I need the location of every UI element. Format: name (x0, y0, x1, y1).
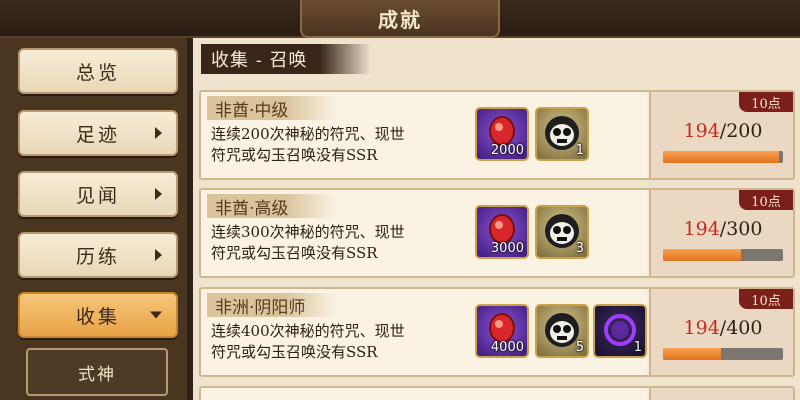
top-bar: 成就 (0, 0, 800, 38)
description-line: 符咒或勾玉召唤没有SSR (211, 343, 378, 361)
reward-count: 2000 (490, 143, 524, 158)
progress-bar-fill (663, 151, 780, 163)
points-badge: 10点 (739, 289, 793, 309)
description-line: 连续300次神秘的符咒、现世 (211, 223, 405, 241)
achievement-progress: 10点 194/200 (649, 92, 793, 178)
achievement-list-panel[interactable]: 收集 - 召唤 非酋·中级 连续200次神秘的符咒、现世 符咒或勾玉召唤没有SS… (193, 38, 800, 400)
page-title: 成就 (378, 7, 422, 32)
achievement-description: 连续300次神秘的符咒、现世 符咒或勾玉召唤没有SSR (211, 222, 471, 264)
achievement-progress: 10点 194/400 (649, 289, 793, 375)
achievement-info (201, 388, 647, 400)
achievement-progress: 10点 194/300 (649, 190, 793, 276)
progress-bar-fill (663, 348, 722, 360)
jade-icon[interactable]: 4000 (475, 304, 529, 358)
description-line: 连续400次神秘的符咒、现世 (211, 322, 405, 340)
progress-bar-fill (663, 249, 741, 261)
achievement-card[interactable]: 非洲·阴阳师 连续400次神秘的符咒、现世 符咒或勾玉召唤没有SSR 4000 … (199, 287, 795, 377)
chevron-right-icon (155, 127, 162, 139)
chevron-right-icon (155, 188, 162, 200)
sidebar-item-overview[interactable]: 总览 (18, 48, 178, 94)
progress-text: 194/300 (651, 218, 795, 240)
section-title: 收集 - 召唤 (201, 44, 371, 74)
progress-current: 194 (683, 218, 720, 240)
reward-count: 4000 (490, 340, 524, 355)
chevron-down-icon (150, 311, 162, 319)
achievement-card[interactable]: 非酋·中级 连续200次神秘的符咒、现世 符咒或勾玉召唤没有SSR 2000 1… (199, 90, 795, 180)
sidebar-item-label: 见闻 (75, 184, 120, 207)
sidebar-item-label: 收集 (75, 305, 120, 328)
achievement-card[interactable] (199, 386, 795, 400)
achievement-info: 非酋·高级 连续300次神秘的符咒、现世 符咒或勾玉召唤没有SSR 3000 3 (201, 190, 647, 276)
progress-bar (663, 249, 783, 261)
progress-text: 194/200 (651, 120, 795, 142)
sidebar-item-collection[interactable]: 收集 (18, 292, 178, 338)
section-title-text: 收集 - 召唤 (211, 50, 308, 71)
reward-count: 1 (633, 340, 642, 355)
reward-count: 5 (575, 340, 584, 355)
achievement-name: 非酋·高级 (207, 194, 337, 219)
progress-total: /400 (719, 317, 763, 339)
points-badge: 10点 (739, 92, 793, 112)
sidebar-item-footprints[interactable]: 足迹 (18, 110, 178, 156)
sidebar-subitem-shikigami[interactable]: 式神 (26, 348, 168, 396)
sidebar-item-label: 总览 (75, 61, 120, 84)
reward-count: 3 (575, 241, 584, 256)
achievement-card[interactable]: 非酋·高级 连续300次神秘的符咒、现世 符咒或勾玉召唤没有SSR 3000 3… (199, 188, 795, 278)
achievement-info: 非洲·阴阳师 连续400次神秘的符咒、现世 符咒或勾玉召唤没有SSR 4000 … (201, 289, 647, 375)
sidebar-item-label: 历练 (75, 245, 120, 268)
description-line: 符咒或勾玉召唤没有SSR (211, 146, 378, 164)
daruma-icon[interactable]: 1 (535, 107, 589, 161)
reward-count: 1 (575, 143, 584, 158)
daruma-icon[interactable]: 5 (535, 304, 589, 358)
progress-bar (663, 348, 783, 360)
description-line: 符咒或勾玉召唤没有SSR (211, 244, 378, 262)
chevron-right-icon (155, 249, 162, 261)
progress-text: 194/400 (651, 317, 795, 339)
progress-total: /300 (719, 218, 763, 240)
achievement-description: 连续400次神秘的符咒、现世 符咒或勾玉召唤没有SSR (211, 321, 471, 363)
jade-icon[interactable]: 2000 (475, 107, 529, 161)
sidebar-subitem-label: 式神 (78, 364, 116, 385)
jade-icon[interactable]: 3000 (475, 205, 529, 259)
achievement-progress (649, 388, 793, 400)
sidebar: 总览 足迹 见闻 历练 收集 式神 (0, 38, 190, 400)
achievement-name: 非洲·阴阳师 (207, 293, 337, 318)
points-badge: 10点 (739, 190, 793, 210)
daruma-icon[interactable]: 3 (535, 205, 589, 259)
achievement-description: 连续200次神秘的符咒、现世 符咒或勾玉召唤没有SSR (211, 124, 471, 166)
reward-count: 3000 (490, 241, 524, 256)
sidebar-item-insights[interactable]: 见闻 (18, 171, 178, 217)
progress-bar (663, 151, 783, 163)
progress-current: 194 (683, 120, 720, 142)
title-plate: 成就 (300, 0, 500, 38)
description-line: 连续200次神秘的符咒、现世 (211, 125, 405, 143)
sidebar-item-training[interactable]: 历练 (18, 232, 178, 278)
progress-total: /200 (719, 120, 763, 142)
achievement-screen: 成就 总览 足迹 见闻 历练 收集 式神 收集 - 召唤 非酋·中级 连续200… (0, 0, 800, 400)
sidebar-item-label: 足迹 (75, 123, 120, 146)
progress-current: 194 (683, 317, 720, 339)
achievement-name: 非酋·中级 (207, 96, 337, 121)
achievement-info: 非酋·中级 连续200次神秘的符咒、现世 符咒或勾玉召唤没有SSR 2000 1 (201, 92, 647, 178)
ring-icon[interactable]: 1 (593, 304, 647, 358)
